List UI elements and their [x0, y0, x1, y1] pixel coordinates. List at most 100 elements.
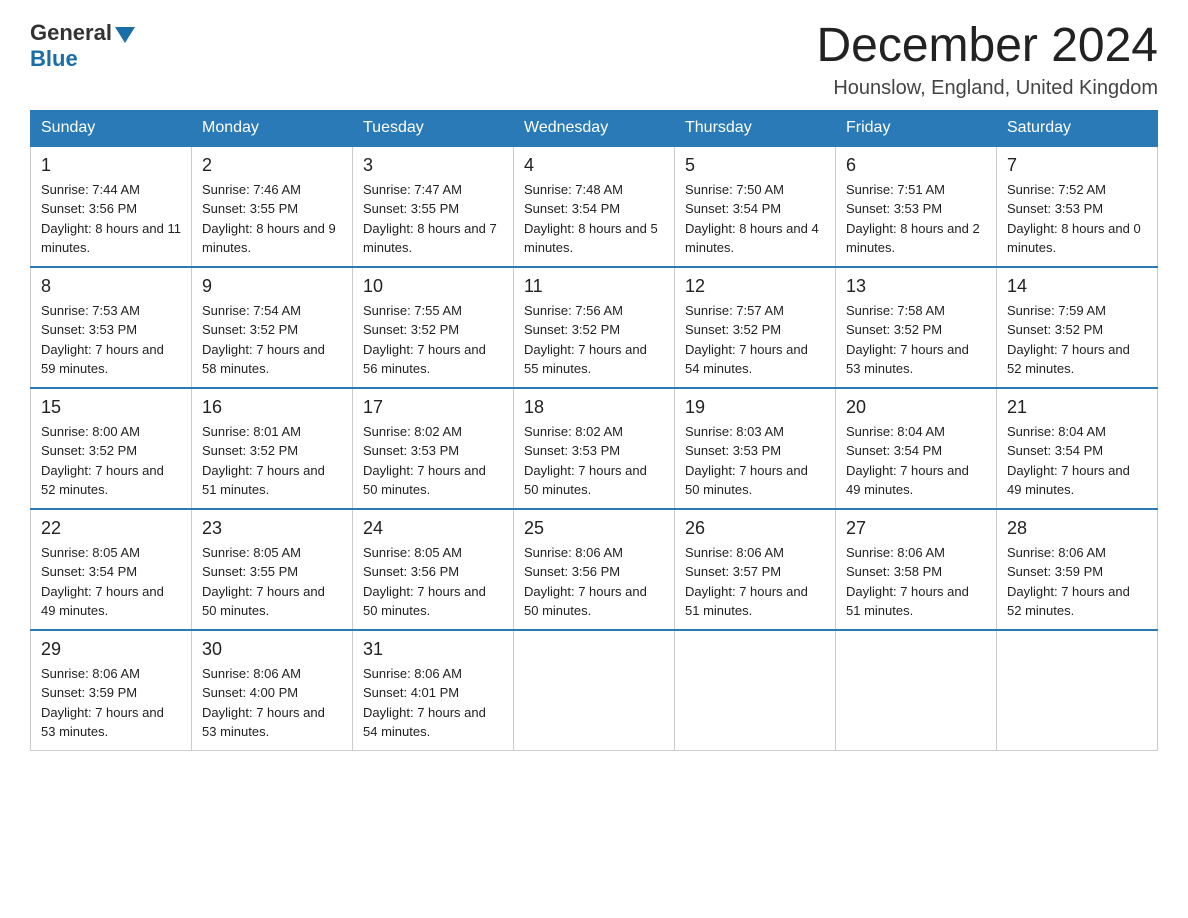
day-info: Sunrise: 8:06 AM Sunset: 3:57 PM Dayligh…: [685, 543, 825, 621]
day-info: Sunrise: 7:46 AM Sunset: 3:55 PM Dayligh…: [202, 180, 342, 258]
calendar-row-week-4: 22 Sunrise: 8:05 AM Sunset: 3:54 PM Dayl…: [31, 509, 1158, 630]
day-number: 1: [41, 155, 181, 176]
day-info: Sunrise: 8:05 AM Sunset: 3:55 PM Dayligh…: [202, 543, 342, 621]
logo-blue-text: Blue: [30, 46, 78, 72]
day-number: 15: [41, 397, 181, 418]
day-info: Sunrise: 7:57 AM Sunset: 3:52 PM Dayligh…: [685, 301, 825, 379]
calendar-cell: 27 Sunrise: 8:06 AM Sunset: 3:58 PM Dayl…: [836, 509, 997, 630]
calendar-table: SundayMondayTuesdayWednesdayThursdayFrid…: [30, 110, 1158, 751]
calendar-cell: 31 Sunrise: 8:06 AM Sunset: 4:01 PM Dayl…: [353, 630, 514, 751]
calendar-cell: 11 Sunrise: 7:56 AM Sunset: 3:52 PM Dayl…: [514, 267, 675, 388]
day-header-wednesday: Wednesday: [514, 110, 675, 146]
day-number: 6: [846, 155, 986, 176]
day-info: Sunrise: 8:06 AM Sunset: 3:56 PM Dayligh…: [524, 543, 664, 621]
day-number: 14: [1007, 276, 1147, 297]
day-number: 17: [363, 397, 503, 418]
calendar-row-week-3: 15 Sunrise: 8:00 AM Sunset: 3:52 PM Dayl…: [31, 388, 1158, 509]
calendar-cell: 4 Sunrise: 7:48 AM Sunset: 3:54 PM Dayli…: [514, 146, 675, 267]
day-header-thursday: Thursday: [675, 110, 836, 146]
calendar-row-week-1: 1 Sunrise: 7:44 AM Sunset: 3:56 PM Dayli…: [31, 146, 1158, 267]
calendar-cell: 18 Sunrise: 8:02 AM Sunset: 3:53 PM Dayl…: [514, 388, 675, 509]
day-number: 2: [202, 155, 342, 176]
day-number: 4: [524, 155, 664, 176]
day-info: Sunrise: 7:53 AM Sunset: 3:53 PM Dayligh…: [41, 301, 181, 379]
calendar-cell: 2 Sunrise: 7:46 AM Sunset: 3:55 PM Dayli…: [192, 146, 353, 267]
day-number: 21: [1007, 397, 1147, 418]
page-header: General Blue December 2024 Hounslow, Eng…: [30, 20, 1158, 100]
calendar-cell: 10 Sunrise: 7:55 AM Sunset: 3:52 PM Dayl…: [353, 267, 514, 388]
calendar-cell: 12 Sunrise: 7:57 AM Sunset: 3:52 PM Dayl…: [675, 267, 836, 388]
day-info: Sunrise: 7:47 AM Sunset: 3:55 PM Dayligh…: [363, 180, 503, 258]
calendar-cell: 8 Sunrise: 7:53 AM Sunset: 3:53 PM Dayli…: [31, 267, 192, 388]
day-number: 31: [363, 639, 503, 660]
calendar-cell: 6 Sunrise: 7:51 AM Sunset: 3:53 PM Dayli…: [836, 146, 997, 267]
calendar-cell: 26 Sunrise: 8:06 AM Sunset: 3:57 PM Dayl…: [675, 509, 836, 630]
calendar-row-week-2: 8 Sunrise: 7:53 AM Sunset: 3:53 PM Dayli…: [31, 267, 1158, 388]
day-number: 29: [41, 639, 181, 660]
location-text: Hounslow, England, United Kingdom: [816, 77, 1158, 100]
calendar-cell: 9 Sunrise: 7:54 AM Sunset: 3:52 PM Dayli…: [192, 267, 353, 388]
day-info: Sunrise: 8:06 AM Sunset: 4:00 PM Dayligh…: [202, 664, 342, 742]
calendar-cell: 21 Sunrise: 8:04 AM Sunset: 3:54 PM Dayl…: [997, 388, 1158, 509]
calendar-cell: 23 Sunrise: 8:05 AM Sunset: 3:55 PM Dayl…: [192, 509, 353, 630]
calendar-cell: 3 Sunrise: 7:47 AM Sunset: 3:55 PM Dayli…: [353, 146, 514, 267]
day-number: 7: [1007, 155, 1147, 176]
day-info: Sunrise: 7:48 AM Sunset: 3:54 PM Dayligh…: [524, 180, 664, 258]
day-number: 23: [202, 518, 342, 539]
day-number: 20: [846, 397, 986, 418]
day-number: 24: [363, 518, 503, 539]
day-number: 9: [202, 276, 342, 297]
calendar-cell: [514, 630, 675, 751]
day-info: Sunrise: 7:52 AM Sunset: 3:53 PM Dayligh…: [1007, 180, 1147, 258]
calendar-cell: 22 Sunrise: 8:05 AM Sunset: 3:54 PM Dayl…: [31, 509, 192, 630]
calendar-row-week-5: 29 Sunrise: 8:06 AM Sunset: 3:59 PM Dayl…: [31, 630, 1158, 751]
calendar-cell: 5 Sunrise: 7:50 AM Sunset: 3:54 PM Dayli…: [675, 146, 836, 267]
day-header-friday: Friday: [836, 110, 997, 146]
logo-arrow-icon: [115, 27, 135, 43]
day-info: Sunrise: 8:06 AM Sunset: 3:58 PM Dayligh…: [846, 543, 986, 621]
day-info: Sunrise: 8:06 AM Sunset: 4:01 PM Dayligh…: [363, 664, 503, 742]
logo: General Blue: [30, 20, 135, 72]
day-info: Sunrise: 8:06 AM Sunset: 3:59 PM Dayligh…: [41, 664, 181, 742]
day-info: Sunrise: 7:55 AM Sunset: 3:52 PM Dayligh…: [363, 301, 503, 379]
day-number: 11: [524, 276, 664, 297]
month-title: December 2024: [816, 20, 1158, 73]
day-info: Sunrise: 7:59 AM Sunset: 3:52 PM Dayligh…: [1007, 301, 1147, 379]
day-info: Sunrise: 8:06 AM Sunset: 3:59 PM Dayligh…: [1007, 543, 1147, 621]
day-info: Sunrise: 8:02 AM Sunset: 3:53 PM Dayligh…: [524, 422, 664, 500]
day-info: Sunrise: 8:04 AM Sunset: 3:54 PM Dayligh…: [1007, 422, 1147, 500]
day-number: 19: [685, 397, 825, 418]
day-header-sunday: Sunday: [31, 110, 192, 146]
day-info: Sunrise: 7:58 AM Sunset: 3:52 PM Dayligh…: [846, 301, 986, 379]
calendar-cell: 13 Sunrise: 7:58 AM Sunset: 3:52 PM Dayl…: [836, 267, 997, 388]
calendar-cell: 20 Sunrise: 8:04 AM Sunset: 3:54 PM Dayl…: [836, 388, 997, 509]
day-number: 12: [685, 276, 825, 297]
day-number: 10: [363, 276, 503, 297]
calendar-cell: 16 Sunrise: 8:01 AM Sunset: 3:52 PM Dayl…: [192, 388, 353, 509]
day-info: Sunrise: 8:01 AM Sunset: 3:52 PM Dayligh…: [202, 422, 342, 500]
day-number: 28: [1007, 518, 1147, 539]
day-info: Sunrise: 8:04 AM Sunset: 3:54 PM Dayligh…: [846, 422, 986, 500]
day-number: 26: [685, 518, 825, 539]
day-number: 27: [846, 518, 986, 539]
day-number: 5: [685, 155, 825, 176]
day-info: Sunrise: 7:50 AM Sunset: 3:54 PM Dayligh…: [685, 180, 825, 258]
day-number: 16: [202, 397, 342, 418]
day-info: Sunrise: 8:05 AM Sunset: 3:54 PM Dayligh…: [41, 543, 181, 621]
logo-general-text: General: [30, 20, 112, 46]
calendar-cell: 29 Sunrise: 8:06 AM Sunset: 3:59 PM Dayl…: [31, 630, 192, 751]
day-info: Sunrise: 8:05 AM Sunset: 3:56 PM Dayligh…: [363, 543, 503, 621]
day-number: 13: [846, 276, 986, 297]
calendar-cell: 7 Sunrise: 7:52 AM Sunset: 3:53 PM Dayli…: [997, 146, 1158, 267]
day-info: Sunrise: 7:54 AM Sunset: 3:52 PM Dayligh…: [202, 301, 342, 379]
day-number: 22: [41, 518, 181, 539]
day-number: 25: [524, 518, 664, 539]
day-number: 3: [363, 155, 503, 176]
calendar-cell: 15 Sunrise: 8:00 AM Sunset: 3:52 PM Dayl…: [31, 388, 192, 509]
calendar-cell: 25 Sunrise: 8:06 AM Sunset: 3:56 PM Dayl…: [514, 509, 675, 630]
calendar-cell: [836, 630, 997, 751]
calendar-cell: 28 Sunrise: 8:06 AM Sunset: 3:59 PM Dayl…: [997, 509, 1158, 630]
day-info: Sunrise: 7:56 AM Sunset: 3:52 PM Dayligh…: [524, 301, 664, 379]
calendar-cell: 1 Sunrise: 7:44 AM Sunset: 3:56 PM Dayli…: [31, 146, 192, 267]
day-info: Sunrise: 7:44 AM Sunset: 3:56 PM Dayligh…: [41, 180, 181, 258]
